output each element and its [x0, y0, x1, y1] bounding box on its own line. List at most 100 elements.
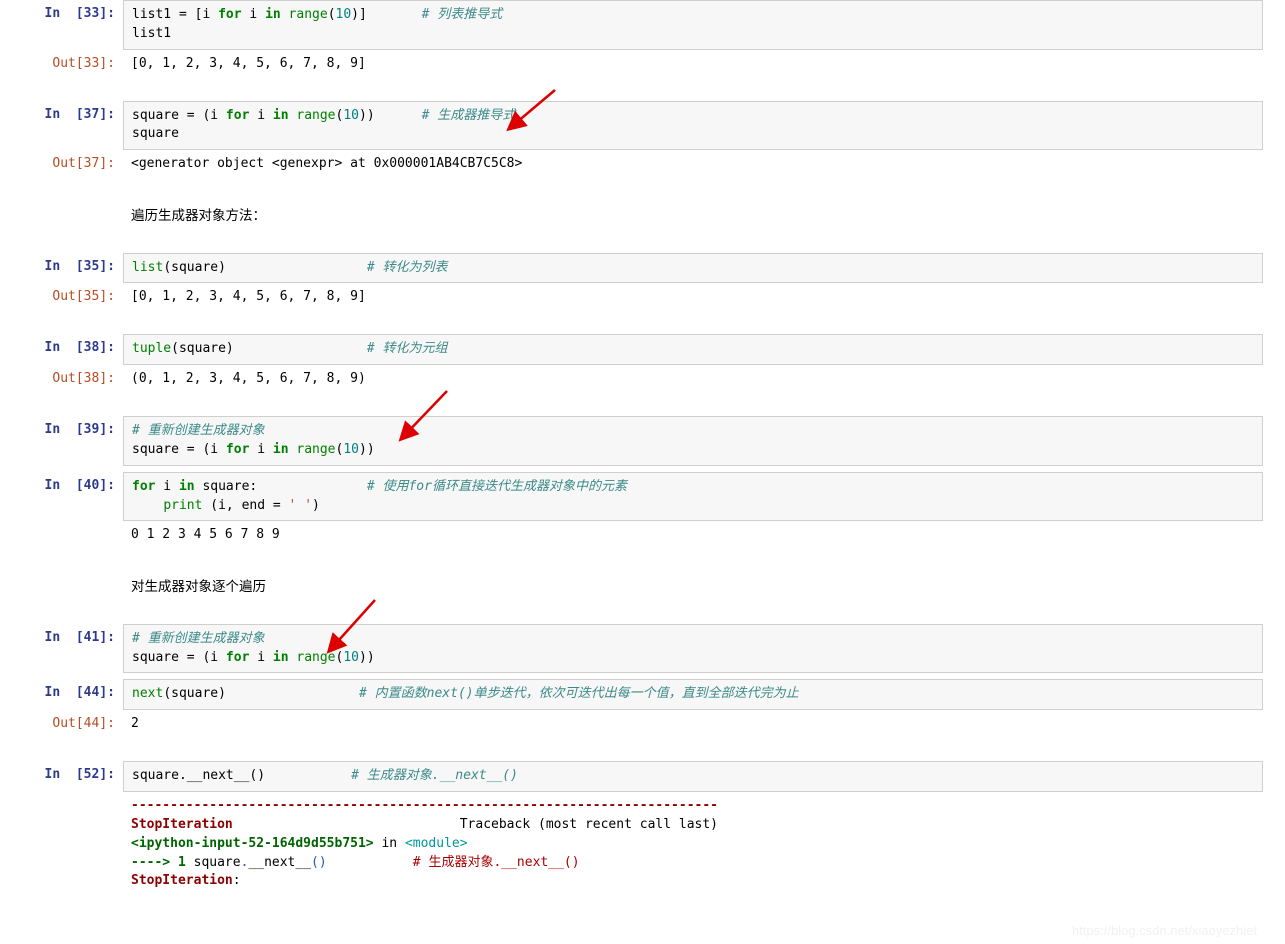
notebook-cell: Out[44]:2: [0, 710, 1285, 739]
notebook-cell: 遍历生成器对象方法：: [0, 201, 1285, 231]
notebook-cell: In [44]:next(square) # 内置函数next()单步迭代，依次…: [0, 679, 1285, 710]
code-fragment: (: [328, 7, 336, 22]
traceback-line: StopIteration:: [131, 872, 1277, 891]
code-fragment: [327, 855, 413, 870]
notebook-cell: In [39]:# 重新创建生成器对象square = (i for i in …: [0, 416, 1285, 466]
code-line: list1: [132, 25, 1254, 44]
code-input[interactable]: # 重新创建生成器对象square = (i for i in range(10…: [123, 416, 1263, 466]
code-fragment: in: [273, 650, 289, 665]
code-fragment: # 生成器对象.__next__(): [351, 768, 518, 783]
code-fragment: 10: [336, 7, 352, 22]
input-prompt: In [38]:: [0, 334, 123, 365]
code-fragment: ): [312, 498, 320, 513]
cell-gap: [0, 602, 1285, 624]
code-fragment: )): [359, 650, 375, 665]
code-input[interactable]: list(square) # 转化为列表: [123, 253, 1263, 284]
notebook-cell: In [37]:square = (i for i in range(10)) …: [0, 101, 1285, 151]
output-prompt: Out[44]:: [0, 710, 123, 739]
code-fragment: 10: [343, 442, 359, 457]
code-input[interactable]: # 重新创建生成器对象square = (i for i in range(10…: [123, 624, 1263, 674]
code-input[interactable]: tuple(square) # 转化为元组: [123, 334, 1263, 365]
code-fragment: )]: [351, 7, 421, 22]
code-input[interactable]: next(square) # 内置函数next()单步迭代，依次可迭代出每一个值…: [123, 679, 1263, 710]
notebook-cell: In [33]:list1 = [i for i in range(10)] #…: [0, 0, 1285, 50]
code-fragment: square = (i: [132, 650, 226, 665]
code-fragment: Traceback (most recent call last): [233, 817, 718, 832]
code-fragment: :: [233, 873, 249, 888]
code-fragment: StopIteration: [131, 873, 233, 888]
code-fragment: i: [249, 442, 272, 457]
output-text: [0, 1, 2, 3, 4, 5, 6, 7, 8, 9]: [123, 50, 1285, 79]
code-fragment: square = (i: [132, 442, 226, 457]
code-fragment: in: [273, 442, 289, 457]
notebook-cell: In [40]:for i in square: # 使用for循环直接迭代生成…: [0, 472, 1285, 522]
code-fragment: range: [296, 650, 335, 665]
code-line: print (i, end = ' '): [132, 497, 1254, 516]
output-prompt: Out[38]:: [0, 365, 123, 394]
code-fragment: list1: [132, 26, 171, 41]
cell-gap: [0, 231, 1285, 253]
code-fragment: (i, end =: [202, 498, 288, 513]
cell-gap: [0, 179, 1285, 201]
cell-gap: [0, 739, 1285, 761]
stream-output: 0 1 2 3 4 5 6 7 8 9: [123, 521, 1285, 550]
code-fragment: ----------------------------------------…: [131, 798, 718, 813]
notebook-cell: Out[38]:(0, 1, 2, 3, 4, 5, 6, 7, 8, 9): [0, 365, 1285, 394]
code-fragment: square:: [195, 479, 367, 494]
code-fragment: [132, 498, 163, 513]
code-fragment: for: [226, 442, 249, 457]
code-fragment: 10: [343, 108, 359, 123]
code-fragment: in: [179, 479, 195, 494]
code-fragment: i: [242, 7, 265, 22]
code-fragment: square.__next__(): [132, 768, 351, 783]
code-line: # 重新创建生成器对象: [132, 630, 1254, 649]
input-prompt: In [40]:: [0, 472, 123, 522]
code-fragment: print: [163, 498, 202, 513]
code-fragment: for: [226, 650, 249, 665]
code-input[interactable]: for i in square: # 使用for循环直接迭代生成器对象中的元素 …: [123, 472, 1263, 522]
input-prompt: In [41]:: [0, 624, 123, 674]
input-prompt: In [39]:: [0, 416, 123, 466]
traceback-line: <ipython-input-52-164d9d55b751> in <modu…: [131, 835, 1277, 854]
code-fragment: square: [186, 855, 241, 870]
output-text: (0, 1, 2, 3, 4, 5, 6, 7, 8, 9): [123, 365, 1285, 394]
input-prompt: In [37]:: [0, 101, 123, 151]
code-fragment: list: [132, 260, 163, 275]
traceback-line: ----------------------------------------…: [131, 797, 1277, 816]
code-input[interactable]: list1 = [i for i in range(10)] # 列表推导式li…: [123, 0, 1263, 50]
notebook: In [33]:list1 = [i for i in range(10)] #…: [0, 0, 1285, 896]
notebook-cell: 0 1 2 3 4 5 6 7 8 9: [0, 521, 1285, 550]
code-input[interactable]: square.__next__() # 生成器对象.__next__(): [123, 761, 1263, 792]
output-text: <generator object <genexpr> at 0x000001A…: [123, 150, 1285, 179]
notebook-cell: In [38]:tuple(square) # 转化为元组: [0, 334, 1285, 365]
code-fragment: in: [273, 108, 289, 123]
traceback-line: StopIteration Traceback (most recent cal…: [131, 816, 1277, 835]
code-fragment: i: [155, 479, 178, 494]
code-input[interactable]: square = (i for i in range(10)) # 生成器推导式…: [123, 101, 1263, 151]
code-fragment: i: [249, 108, 272, 123]
markdown-text: 遍历生成器对象方法：: [123, 201, 1285, 231]
output-text: 2: [123, 710, 1285, 739]
code-fragment: # 转化为列表: [367, 260, 448, 275]
input-prompt: In [44]:: [0, 679, 123, 710]
traceback-line: ----> 1 square.__next__() # 生成器对象.__next…: [131, 854, 1277, 873]
output-text: [0, 1, 2, 3, 4, 5, 6, 7, 8, 9]: [123, 283, 1285, 312]
code-line: square = (i for i in range(10)): [132, 649, 1254, 668]
input-prompt: In [33]:: [0, 0, 123, 50]
code-line: list(square) # 转化为列表: [132, 259, 1254, 278]
code-fragment: (): [311, 855, 327, 870]
code-fragment: range: [289, 7, 328, 22]
code-line: square.__next__() # 生成器对象.__next__(): [132, 767, 1254, 786]
code-fragment: ----> 1: [131, 855, 186, 870]
notebook-cell: Out[37]:<generator object <genexpr> at 0…: [0, 150, 1285, 179]
code-line: # 重新创建生成器对象: [132, 422, 1254, 441]
output-prompt: Out[37]:: [0, 150, 123, 179]
code-fragment: range: [296, 442, 335, 457]
code-fragment: __next__: [248, 855, 311, 870]
notebook-cell: Out[35]:[0, 1, 2, 3, 4, 5, 6, 7, 8, 9]: [0, 283, 1285, 312]
code-fragment: i: [249, 650, 272, 665]
code-fragment: for: [218, 7, 241, 22]
code-fragment: # 生成器对象.__next__(): [413, 855, 580, 870]
code-fragment: # 内置函数next()单步迭代，依次可迭代出每一个值，直到全部迭代完为止: [359, 686, 799, 701]
code-fragment: )): [359, 442, 375, 457]
